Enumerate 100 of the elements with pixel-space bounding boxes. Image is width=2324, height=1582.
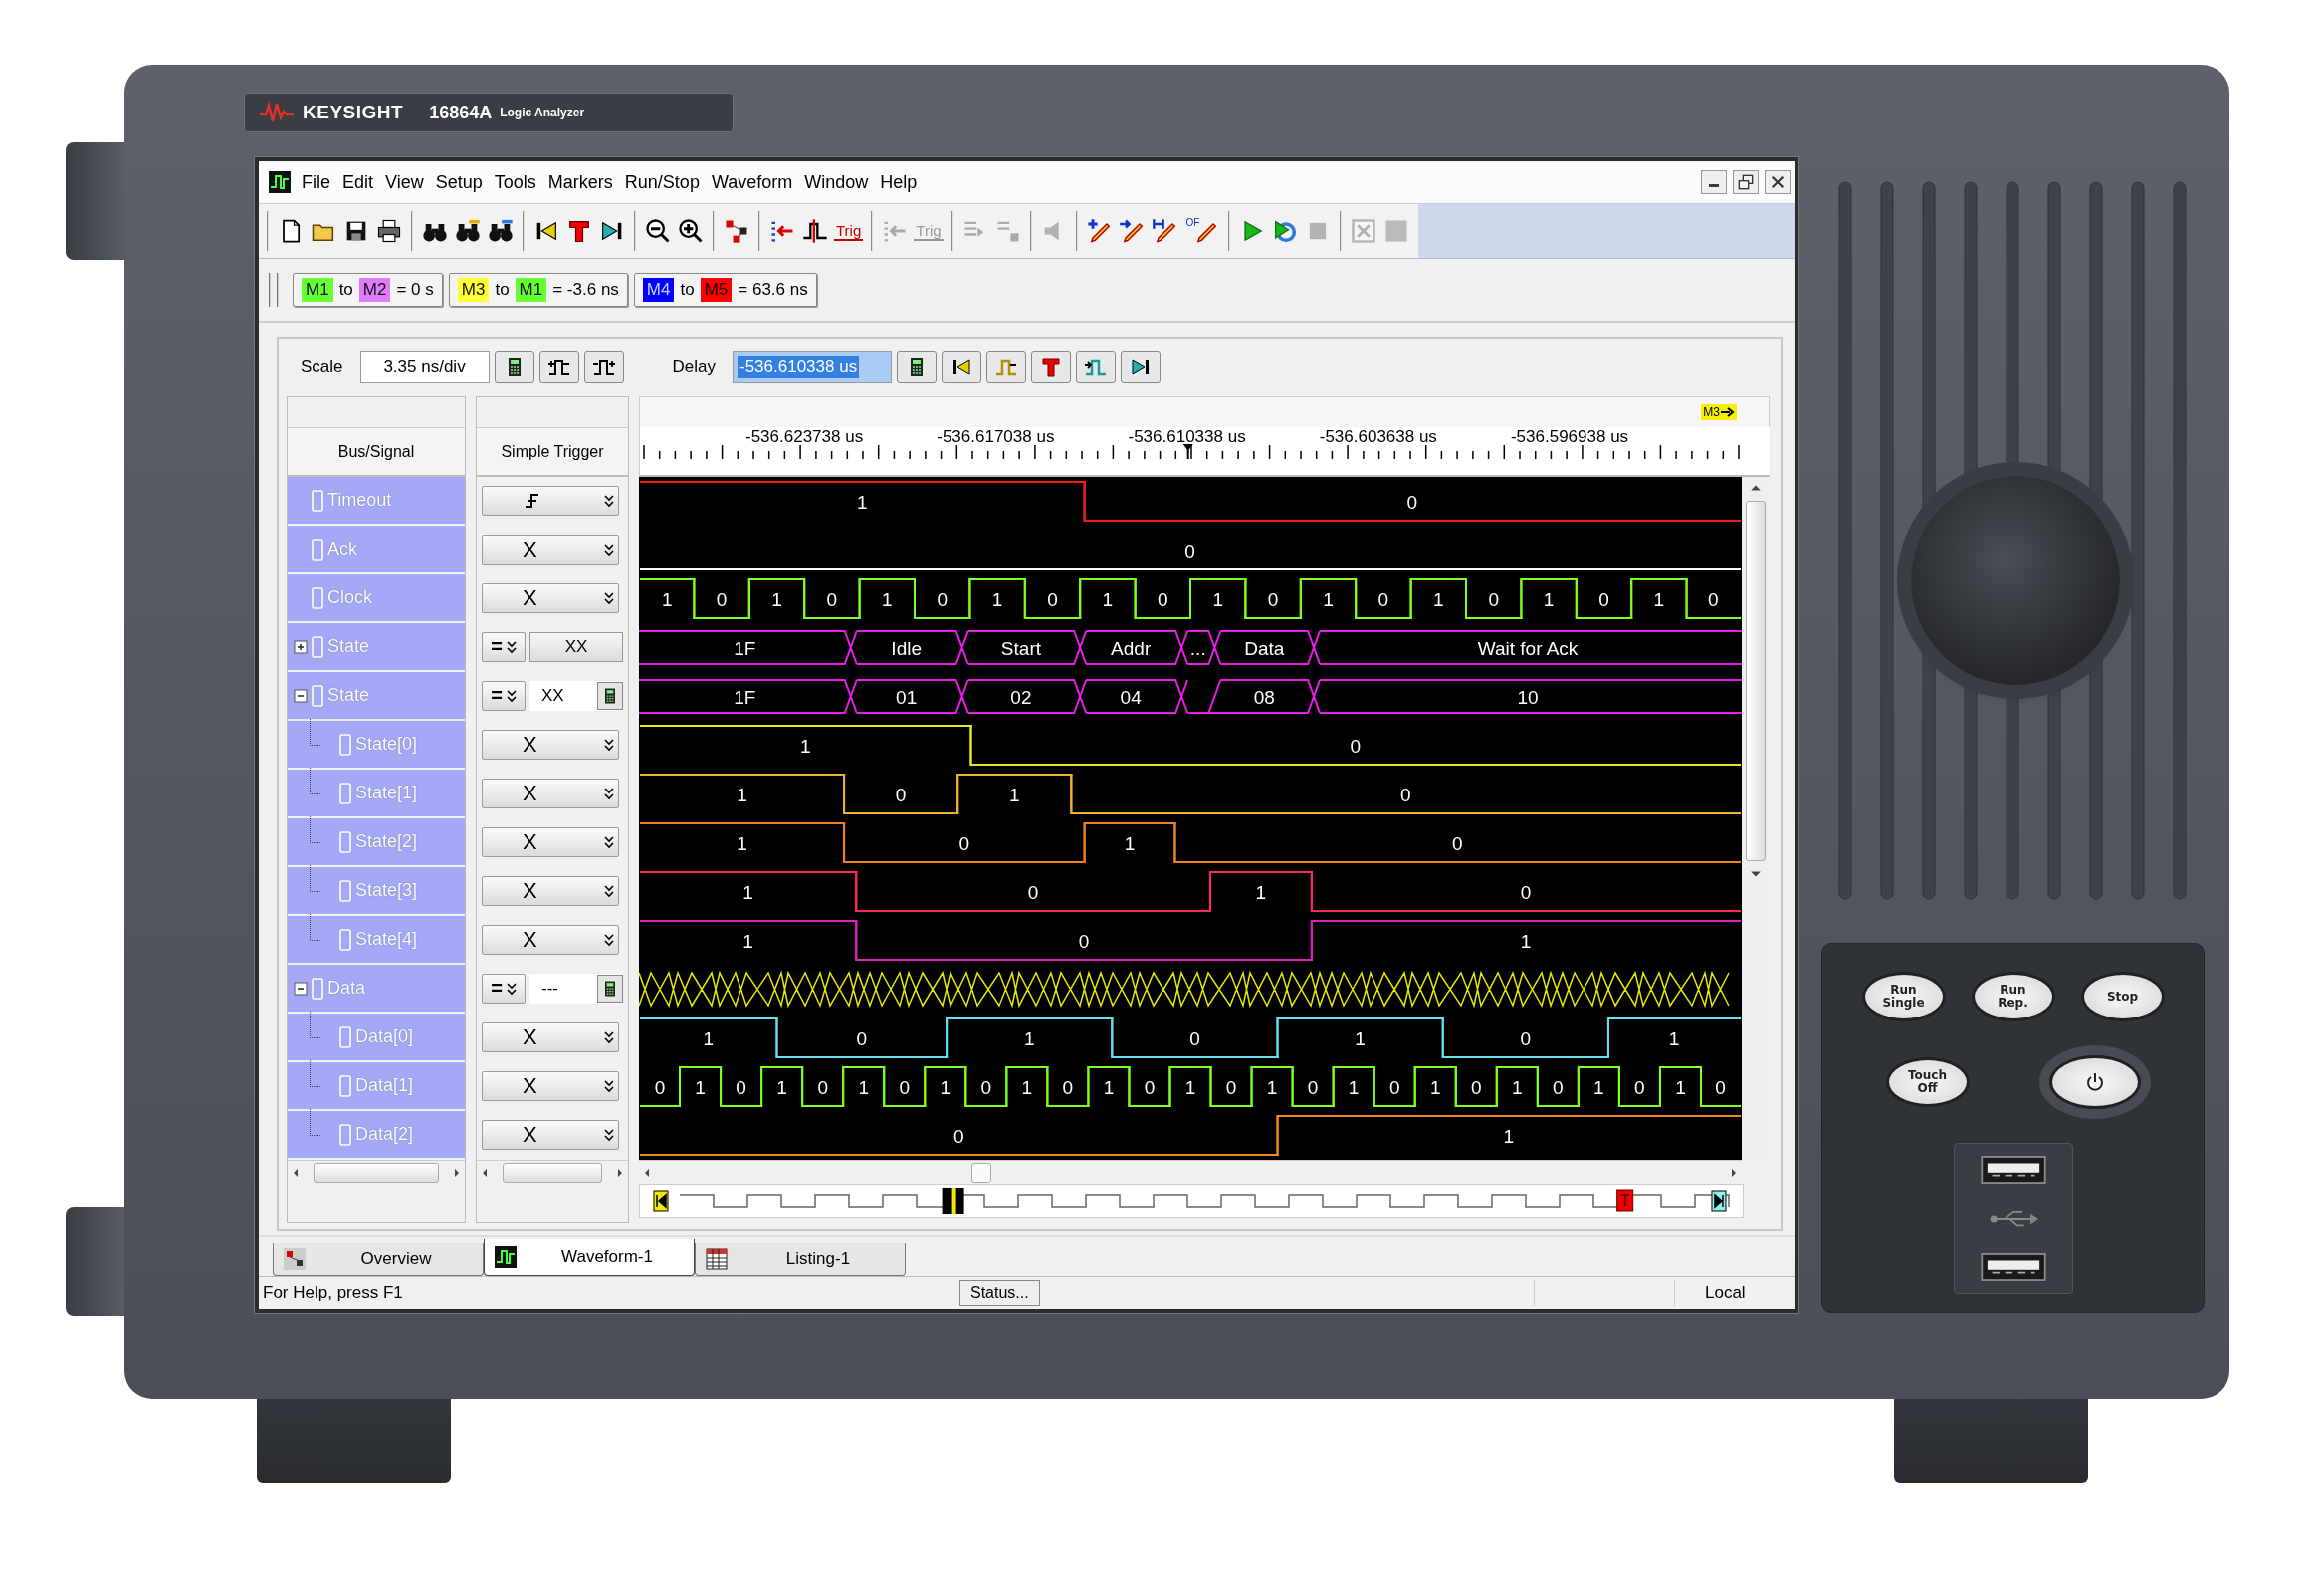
pattern-button[interactable]: XX xyxy=(529,631,623,662)
left-arrow-icon[interactable] xyxy=(643,1167,651,1178)
waveform-value: 0 xyxy=(1388,1077,1400,1098)
scroll-thumb[interactable] xyxy=(314,1163,439,1183)
printer-icon[interactable] xyxy=(375,217,403,245)
waveform-value: 1 xyxy=(857,492,868,513)
waveform-value: 01 xyxy=(896,687,918,708)
operator-dropdown[interactable]: = xyxy=(482,631,526,662)
delay-field[interactable]: -536.610338 us xyxy=(733,351,892,383)
pattern-field[interactable]: --- xyxy=(529,973,623,1004)
waveform-value: 0 xyxy=(1144,1077,1156,1098)
waveform-value: 1 xyxy=(1675,1077,1686,1098)
right-arrow-icon[interactable] xyxy=(453,1168,461,1178)
trigger-t-button[interactable] xyxy=(1031,351,1071,383)
waveform-value: 0 xyxy=(1553,1077,1564,1098)
zoom-in-icon[interactable] xyxy=(677,217,705,245)
tree-toggle-icon[interactable] xyxy=(294,639,308,654)
trigger-dropdown[interactable]: X xyxy=(482,534,619,565)
menu-item[interactable]: Setup xyxy=(430,168,488,196)
document-tab[interactable]: Overview xyxy=(273,1243,484,1276)
calculator-button[interactable] xyxy=(897,351,937,383)
horizontal-scrollbar[interactable] xyxy=(288,1160,465,1185)
waveform-value: 08 xyxy=(1253,687,1275,708)
horizontal-scrollbar[interactable] xyxy=(477,1160,628,1185)
menu-item[interactable]: File xyxy=(297,168,335,196)
trigger-dropdown[interactable]: X xyxy=(482,778,619,808)
waveform-value: 1 xyxy=(1429,1077,1441,1098)
time-difference: = 0 s xyxy=(396,280,434,300)
right-arrow-icon[interactable] xyxy=(1730,1167,1738,1178)
end-marker-icon[interactable] xyxy=(1711,1190,1727,1212)
pulse-left-button[interactable] xyxy=(538,351,579,383)
pulse-right-button[interactable] xyxy=(583,351,624,383)
trigger-dropdown[interactable]: X xyxy=(482,582,619,613)
tree-toggle-icon[interactable] xyxy=(294,981,308,996)
status-button[interactable]: Status... xyxy=(959,1280,1040,1306)
edge-dropdown[interactable] xyxy=(482,485,619,516)
left-arrow-icon[interactable] xyxy=(481,1168,489,1178)
signal-icon xyxy=(339,1025,351,1048)
menu-item[interactable]: Help xyxy=(875,168,923,196)
restore-button[interactable] xyxy=(1733,170,1759,194)
document-tab[interactable]: Waveform-1 xyxy=(484,1239,695,1276)
waveform-value: 0 xyxy=(1451,833,1463,854)
waveform-value: 1 xyxy=(1021,1077,1033,1098)
edge-trigger-icon[interactable] xyxy=(801,217,829,245)
app-icon xyxy=(269,171,291,193)
menu-item[interactable]: View xyxy=(380,168,429,196)
toolbar-label-button[interactable]: Trig xyxy=(834,221,864,241)
hardware-button[interactable]: Touch Off xyxy=(1885,1057,1970,1107)
menu-item[interactable]: Edit xyxy=(337,168,379,196)
right-arrow-icon[interactable] xyxy=(616,1168,624,1178)
menu-item[interactable]: Window xyxy=(799,168,874,196)
trigger-dropdown[interactable]: X xyxy=(482,1070,619,1101)
waveform-value: 1 xyxy=(1433,589,1444,610)
marker-flag[interactable]: M3 xyxy=(1701,404,1737,420)
trigger-dropdown[interactable]: X xyxy=(482,729,619,760)
toolbar-label-button[interactable]: OF xyxy=(1183,217,1202,228)
trigger-marker-icon[interactable] xyxy=(1616,1189,1634,1212)
document-tab[interactable]: Listing-1 xyxy=(695,1243,906,1276)
viewport-marker-icon[interactable] xyxy=(942,1188,964,1214)
menu-item[interactable]: Run/Stop xyxy=(619,168,705,196)
marker-measurement[interactable]: M3 to M1 = -3.6 ns xyxy=(448,273,628,307)
hardware-button[interactable]: Stop xyxy=(2080,972,2165,1021)
trigger-dropdown[interactable]: X xyxy=(482,826,619,857)
calculator-button[interactable] xyxy=(597,974,623,1003)
menu-item[interactable]: Tools xyxy=(489,168,541,196)
menu-item[interactable]: Markers xyxy=(542,168,618,196)
tree-toggle-icon[interactable] xyxy=(294,688,308,703)
right-arrow-icon xyxy=(1721,407,1735,417)
scroll-thumb[interactable] xyxy=(971,1162,991,1183)
down-arrow-icon[interactable] xyxy=(1750,869,1762,879)
minimize-button[interactable] xyxy=(1701,170,1727,194)
start-marker-icon[interactable] xyxy=(653,1190,669,1212)
operator-dropdown[interactable]: = xyxy=(482,680,526,711)
trigger-dropdown[interactable]: X xyxy=(482,924,619,955)
scroll-thumb[interactable] xyxy=(1746,501,1766,861)
zoom-out-icon[interactable] xyxy=(644,217,672,245)
toolbar-grip[interactable] xyxy=(269,273,279,307)
skip-end-button[interactable] xyxy=(1121,351,1161,383)
trigger-dropdown[interactable]: X xyxy=(482,1119,619,1150)
left-arrow-icon[interactable] xyxy=(292,1168,300,1178)
operator-dropdown[interactable]: = xyxy=(482,973,526,1004)
close-button[interactable] xyxy=(1765,170,1791,194)
trigger-dropdown[interactable]: X xyxy=(482,875,619,906)
column-header[interactable]: Bus/Signal xyxy=(288,428,465,477)
calculator-button[interactable] xyxy=(597,681,623,710)
menu-item[interactable]: Waveform xyxy=(706,168,798,196)
marker-measurement[interactable]: M1 to M2 = 0 s xyxy=(293,273,443,307)
calculator-button[interactable] xyxy=(494,351,534,383)
waveform-value: 1 xyxy=(858,1077,869,1098)
pattern-field[interactable]: XX xyxy=(529,680,623,711)
column-header[interactable]: Simple Trigger xyxy=(477,428,628,477)
up-arrow-icon[interactable] xyxy=(1750,483,1762,493)
marker-measurement[interactable]: M4 to M5 = 63.6 ns xyxy=(633,273,817,307)
hardware-button[interactable]: Run Rep. xyxy=(1971,972,2055,1021)
scroll-thumb[interactable] xyxy=(503,1163,602,1183)
scale-field[interactable]: 3.35 ns/div xyxy=(359,351,490,383)
skip-start-button[interactable] xyxy=(942,351,981,383)
waveform-value: 1 xyxy=(940,1077,951,1098)
hardware-button[interactable]: Run Single xyxy=(1861,972,1946,1021)
trigger-dropdown[interactable]: X xyxy=(482,1021,619,1052)
